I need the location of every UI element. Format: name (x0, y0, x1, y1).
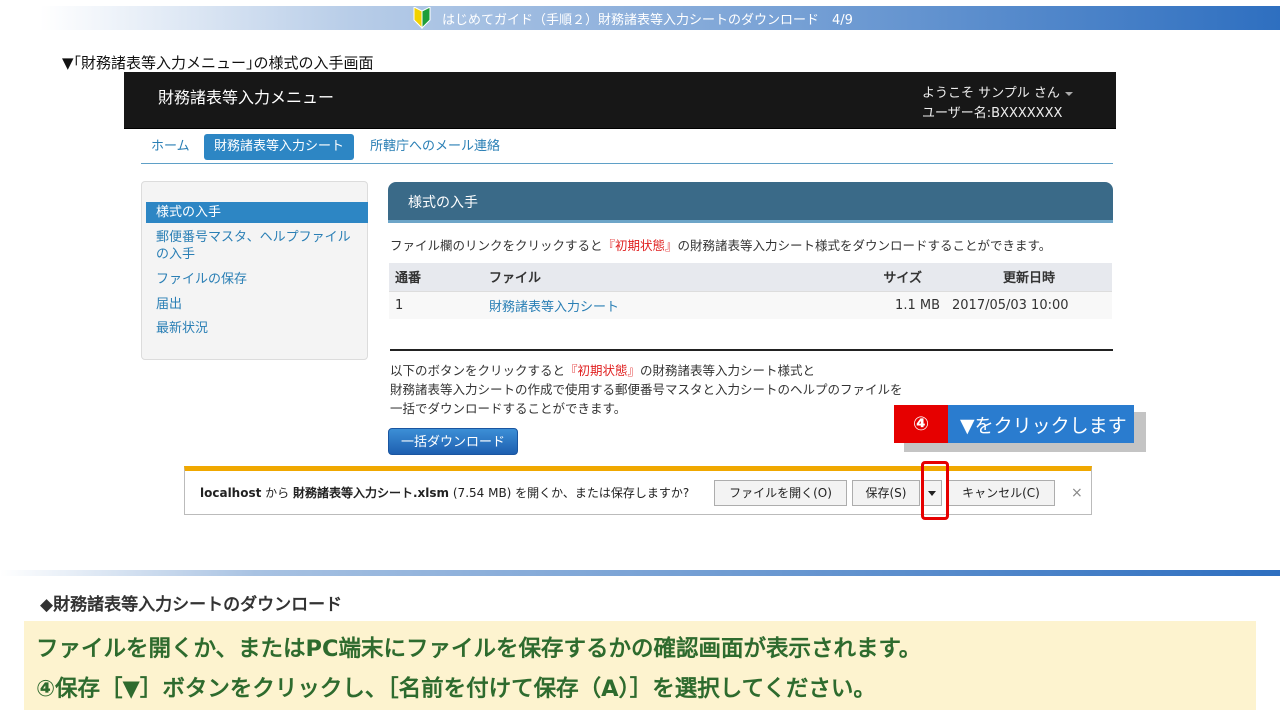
bottom-heading: ◆財務諸表等入力シートのダウンロード (40, 595, 343, 615)
sidebar-item-postal-help[interactable]: 郵便番号マスタ、ヘルプファイルの入手 (146, 227, 368, 265)
desc-highlight: 『初期状態』 (602, 238, 678, 253)
bulk-line1: 以下のボタンをクリックすると『初期状態』の財務諸表等入力シート様式と (390, 361, 903, 380)
panel-header: 様式の入手 (388, 182, 1113, 223)
panel-title: 様式の入手 (408, 195, 478, 211)
bottom-divider (0, 570, 1280, 576)
close-icon[interactable]: × (1071, 485, 1083, 501)
note-box: ファイルを開くか、またはPC端末にファイルを保存するかの確認画面が表示されます。… (24, 621, 1256, 710)
callout-text: ▼をクリックします (948, 405, 1134, 443)
nav-input-sheet[interactable]: 財務諸表等入力シート (204, 134, 355, 160)
section-caption: ▼｢財務諸表等入力メニュー｣の様式の入手画面 (62, 54, 374, 72)
user-id: ユーザー名:BXXXXXXX (922, 106, 1063, 121)
download-message: localhost から 財務諸表等入力シート.xlsm (7.54 MB) を… (200, 484, 689, 501)
sidebar-item-save-file[interactable]: ファイルの保存 (146, 269, 368, 290)
cancel-button[interactable]: キャンセル(C) (947, 480, 1055, 506)
app-header: 財務諸表等入力メニュー ようこそ サンプル さん ユーザー名:BXXXXXXX (124, 72, 1116, 129)
bulk-download-button[interactable]: 一括ダウンロード (388, 428, 518, 455)
download-from: から (261, 486, 293, 500)
bulk-line1-prefix: 以下のボタンをクリックすると (390, 363, 566, 378)
desc-prefix: ファイル欄のリンクをクリックすると (390, 238, 603, 253)
open-file-button[interactable]: ファイルを開く(O) (714, 480, 847, 506)
col-date: 更新日時 (946, 263, 1112, 291)
bulk-line3: 一括でダウンロードすることができます。 (390, 401, 627, 416)
note-line-1: ファイルを開くか、またはPC端末にファイルを保存するかの確認画面が表示されます。 (36, 636, 922, 662)
caret-down-icon (1064, 91, 1073, 96)
user-welcome: ようこそ サンプル さん (922, 86, 1060, 101)
desc-suffix: の財務諸表等入力シート様式をダウンロードすることができます。 (677, 238, 1052, 253)
bulk-line1-highlight: 『初期状態』 (565, 363, 641, 378)
table-header-row: 通番 ファイル サイズ 更新日時 (389, 263, 1112, 291)
file-table: 通番 ファイル サイズ 更新日時 1 財務諸表等入力シート 1.1 MB 201… (389, 263, 1112, 319)
divider (390, 349, 1113, 351)
download-bar: localhost から 財務諸表等入力シート.xlsm (7.54 MB) を… (184, 466, 1092, 515)
download-filename: 財務諸表等入力シート.xlsm (293, 486, 450, 500)
bulk-line2: 財務諸表等入力シートの作成で使用する郵便番号マスタと入力シートのヘルプのファイル… (390, 382, 903, 397)
cell-file-link[interactable]: 財務諸表等入力シート (483, 290, 855, 319)
nav-mail[interactable]: 所轄庁へのメール連絡 (360, 134, 510, 160)
cell-size: 1.1 MB (855, 290, 946, 319)
wakaba-icon (413, 7, 431, 29)
instruction-callout: ④ ▼をクリックします (894, 405, 1134, 443)
table-row: 1 財務諸表等入力シート 1.1 MB 2017/05/03 10:00 (389, 290, 1112, 319)
highlight-box (921, 461, 949, 520)
bulk-description: 以下のボタンをクリックすると『初期状態』の財務諸表等入力シート様式と 財務諸表等… (390, 361, 903, 418)
download-size: (7.54 MB) を開くか、または保存しますか? (449, 486, 690, 500)
nav-bar: ホーム 財務諸表等入力シート 所轄庁へのメール連絡 (141, 132, 1113, 164)
sidebar-item-status[interactable]: 最新状況 (146, 318, 368, 339)
sidebar: 様式の入手 郵便番号マスタ、ヘルプファイルの入手 ファイルの保存 届出 最新状況 (141, 181, 368, 360)
note-line-2: ④保存［▼］ボタンをクリックし、［名前を付けて保存（A）］を選択してください。 (36, 676, 876, 702)
slide-title: はじめてガイド（手順２）財務諸表等入力シートのダウンロード 4/9 (442, 12, 853, 28)
bulk-line1-suffix: の財務諸表等入力シート様式と (640, 363, 816, 378)
col-file: ファイル (483, 263, 855, 291)
col-no: 通番 (389, 263, 483, 291)
app-title: 財務諸表等入力メニュー (158, 88, 335, 107)
cell-date: 2017/05/03 10:00 (946, 290, 1112, 319)
sidebar-item-submit[interactable]: 届出 (146, 294, 368, 315)
sidebar-item-forms[interactable]: 様式の入手 (146, 202, 368, 223)
callout-number: ④ (894, 405, 948, 443)
save-button[interactable]: 保存(S) (852, 480, 920, 506)
slide-title-wrap: はじめてガイド（手順２）財務諸表等入力シートのダウンロード 4/9 (412, 6, 853, 30)
cell-no: 1 (389, 290, 483, 319)
col-size: サイズ (855, 263, 946, 291)
nav-home[interactable]: ホーム (141, 134, 200, 160)
download-host: localhost (200, 486, 262, 500)
panel-description: ファイル欄のリンクをクリックすると『初期状態』の財務諸表等入力シート様式をダウン… (390, 235, 1051, 254)
user-menu[interactable]: ようこそ サンプル さん (922, 82, 1073, 101)
